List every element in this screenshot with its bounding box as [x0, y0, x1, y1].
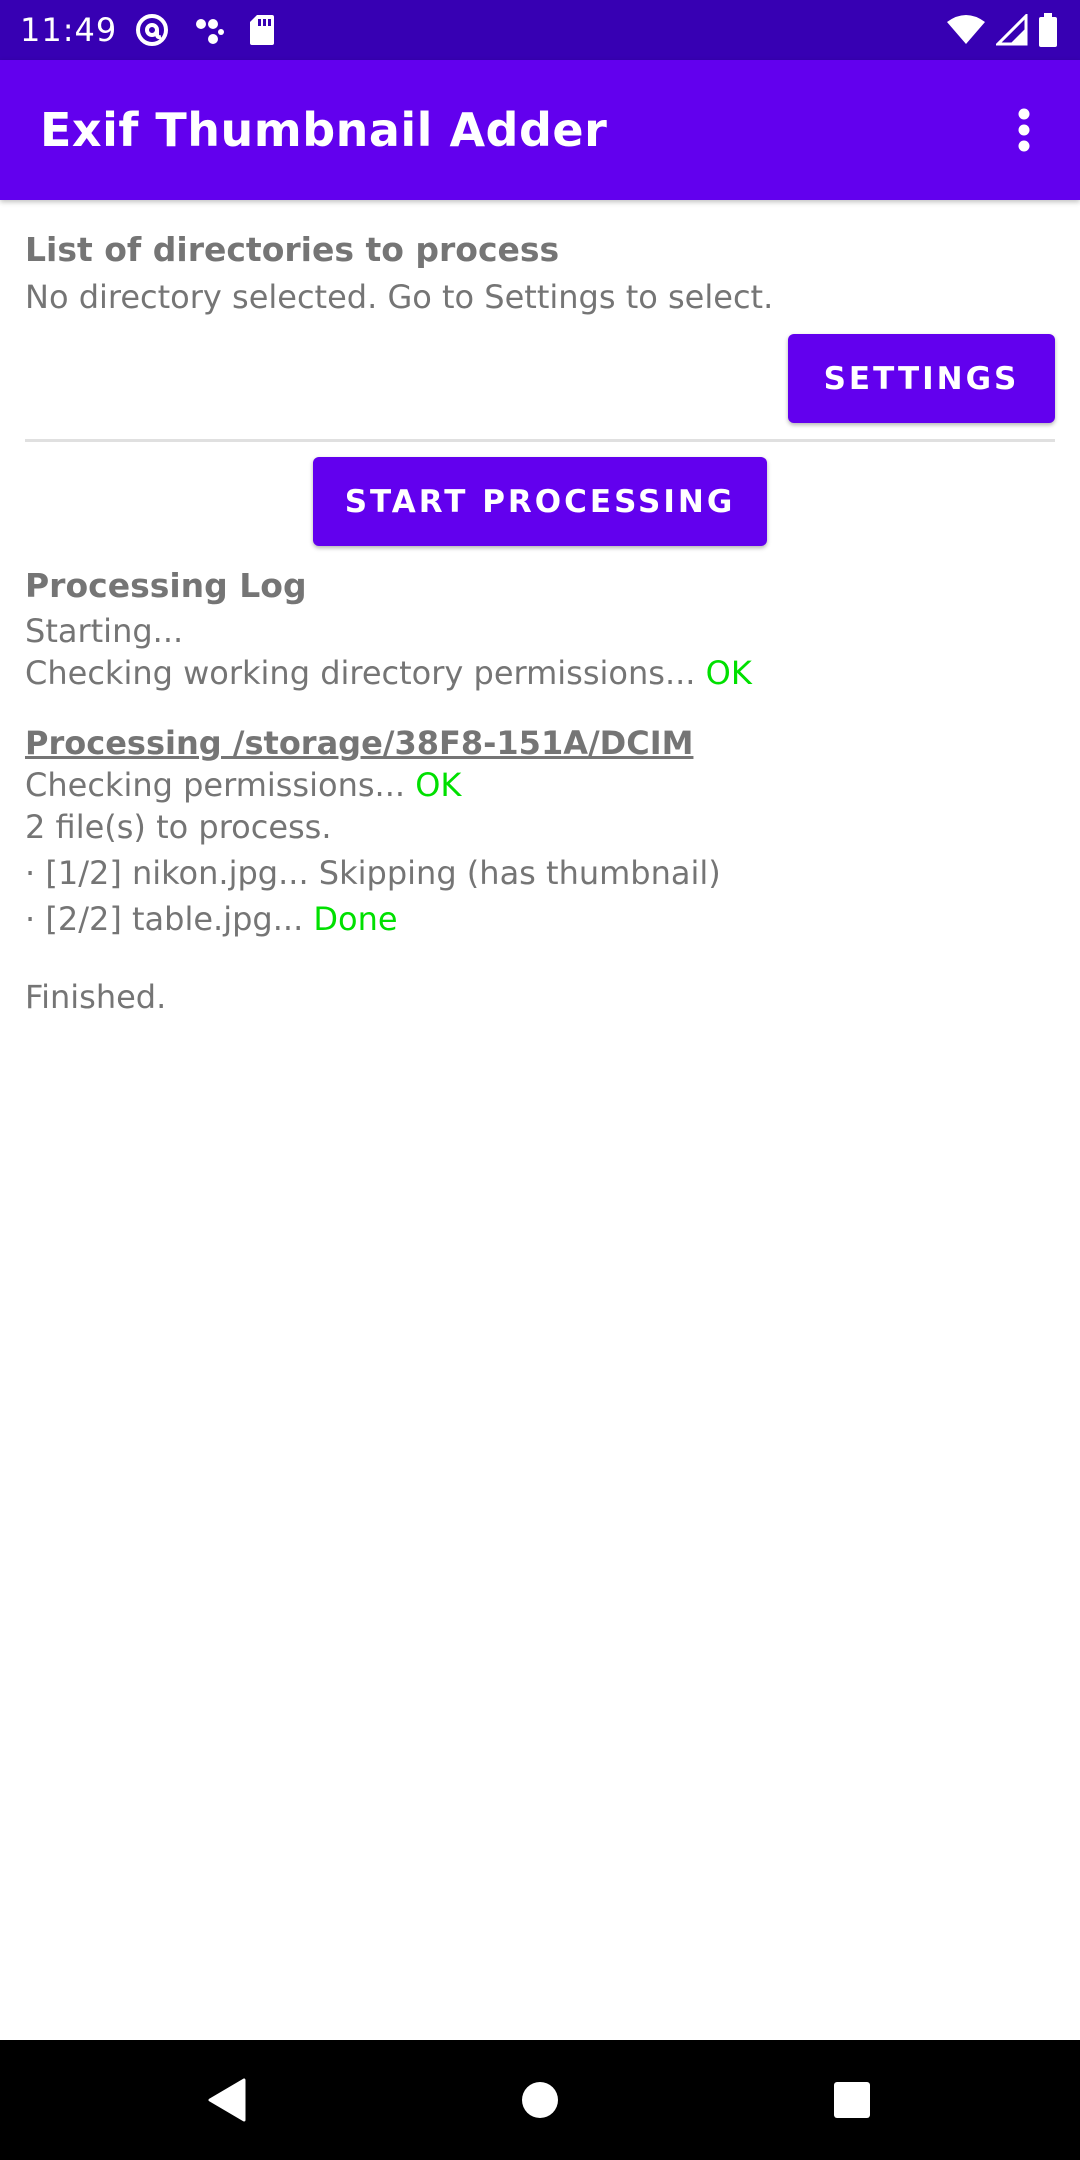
- log-workdir-text: Checking working directory permissions..…: [25, 654, 696, 692]
- back-icon: [208, 2078, 246, 2122]
- recents-icon: [834, 2082, 870, 2118]
- status-notification-icons: [134, 12, 298, 48]
- log-finished: Finished.: [25, 978, 167, 1016]
- signal-icon: [996, 14, 1028, 46]
- log-spacer: [25, 940, 1055, 968]
- status-time: 11:49: [20, 11, 118, 49]
- log-permissions-result: OK: [415, 766, 462, 804]
- battery-icon: [1039, 13, 1057, 47]
- log-heading: Processing Log: [25, 566, 307, 605]
- app-bar: Exif Thumbnail Adder: [0, 60, 1080, 200]
- nav-recents-button[interactable]: [812, 2060, 892, 2140]
- log-permissions-text: Checking permissions...: [25, 766, 406, 804]
- log-item-text: · [2/2] table.jpg...: [25, 900, 314, 938]
- status-system-icons: [936, 11, 1058, 49]
- log-line-permissions: Checking permissions... OK: [25, 764, 1055, 806]
- status-bar: 11:49: [0, 0, 1080, 60]
- divider: [25, 439, 1055, 442]
- log-processing-directory: Processing /storage/38F8-151A/DCIM: [25, 724, 694, 762]
- processing-log: Processing Log Starting... Checking work…: [25, 562, 1055, 1018]
- home-icon: [522, 2082, 558, 2118]
- navigation-bar: [0, 2040, 1080, 2160]
- wifi-icon: [947, 15, 985, 44]
- overflow-menu-button[interactable]: [984, 90, 1064, 170]
- log-item-text: · [1/2] nikon.jpg... Skipping (has thumb…: [25, 854, 721, 892]
- nav-home-button[interactable]: [500, 2060, 580, 2140]
- log-item: · [1/2] nikon.jpg... Skipping (has thumb…: [25, 852, 1055, 894]
- at-sign-icon: [136, 14, 168, 46]
- log-item: · [2/2] table.jpg... Done: [25, 898, 1055, 940]
- nav-back-button[interactable]: [186, 2060, 266, 2140]
- directories-heading: List of directories to process: [25, 230, 560, 269]
- dots-icon: [196, 19, 224, 44]
- log-file-count: 2 file(s) to process.: [25, 808, 332, 846]
- log-line-starting: Starting...: [25, 612, 184, 650]
- app-title: Exif Thumbnail Adder: [40, 103, 608, 157]
- log-item-result: Done: [313, 900, 398, 938]
- directories-status: No directory selected. Go to Settings to…: [25, 278, 774, 316]
- log-workdir-result: OK: [705, 654, 752, 692]
- log-spacer: [25, 694, 1055, 722]
- settings-button[interactable]: SETTINGS: [788, 334, 1055, 423]
- start-processing-button[interactable]: START PROCESSING: [313, 457, 767, 546]
- more-vert-icon: [1018, 108, 1030, 152]
- log-line-workdir: Checking working directory permissions..…: [25, 652, 1055, 694]
- sd-card-icon: [250, 15, 274, 45]
